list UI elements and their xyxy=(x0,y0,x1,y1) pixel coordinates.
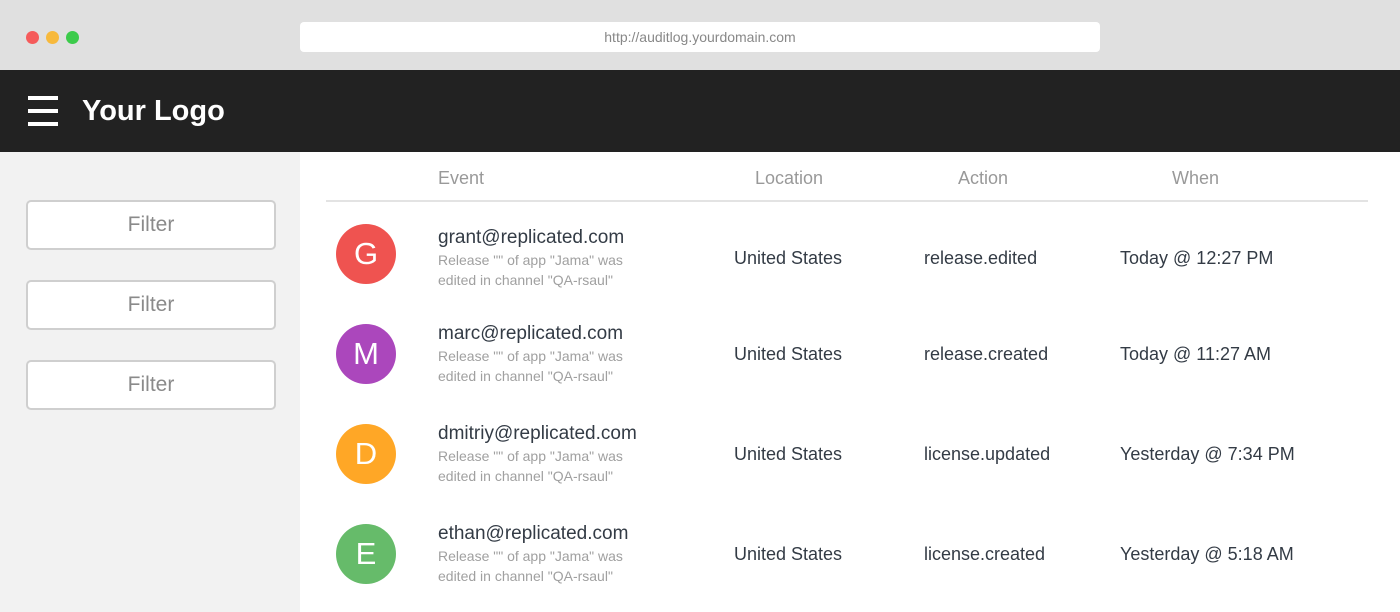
event-time: Today @ 12:27 PM xyxy=(1120,248,1274,268)
column-header-action[interactable]: Action xyxy=(958,166,1008,190)
window-maximize-button[interactable] xyxy=(66,31,79,44)
event-user-email: dmitriy@replicated.com xyxy=(438,423,637,444)
header-divider xyxy=(326,200,1368,202)
event-user-email: ethan@replicated.com xyxy=(438,523,629,544)
avatar-initial: D xyxy=(354,436,378,471)
avatar-initial: E xyxy=(355,536,377,571)
event-action: license.updated xyxy=(924,444,1051,464)
event-time: Yesterday @ 5:18 AM xyxy=(1120,544,1294,564)
window-minimize-button[interactable] xyxy=(46,31,59,44)
table-row[interactable]: E ethan@replicated.com Release "" of app… xyxy=(300,506,1400,606)
column-header-when[interactable]: When xyxy=(1172,166,1219,190)
table-row[interactable]: D dmitriy@replicated.com Release "" of a… xyxy=(300,406,1400,506)
browser-chrome: http://auditlog.yourdomain.com xyxy=(0,0,1400,70)
table-row[interactable]: M marc@replicated.com Release "" of app … xyxy=(300,306,1400,406)
event-description: Release "" of app "Jama" was edited in c… xyxy=(438,252,623,288)
address-bar[interactable]: http://auditlog.yourdomain.com xyxy=(300,22,1100,52)
event-location: United States xyxy=(734,344,843,364)
event-location: United States xyxy=(734,248,843,268)
column-header-event[interactable]: Event xyxy=(438,166,484,190)
avatar: G xyxy=(336,224,396,284)
table-row[interactable]: G grant@replicated.com Release "" of app… xyxy=(300,210,1400,310)
hamburger-menu-icon[interactable] xyxy=(28,96,58,126)
column-header-location[interactable]: Location xyxy=(755,166,823,190)
event-description: Release "" of app "Jama" was edited in c… xyxy=(438,348,623,384)
event-description: Release "" of app "Jama" was edited in c… xyxy=(438,448,623,484)
avatar: M xyxy=(336,324,396,384)
avatar: D xyxy=(336,424,396,484)
event-action: license.created xyxy=(924,544,1046,564)
event-location: United States xyxy=(734,444,843,464)
event-action: release.created xyxy=(924,344,1049,364)
avatar-initial: M xyxy=(353,336,379,371)
logo: Your Logo xyxy=(82,95,225,127)
event-description: Release "" of app "Jama" was edited in c… xyxy=(438,548,623,584)
event-user-email: marc@replicated.com xyxy=(438,323,624,344)
filter-button-2[interactable]: Filter xyxy=(26,280,276,330)
avatar-initial: G xyxy=(353,236,379,271)
filter-button-3[interactable]: Filter xyxy=(26,360,276,410)
event-time: Yesterday @ 7:34 PM xyxy=(1120,444,1295,464)
avatar: E xyxy=(336,524,396,584)
filter-button-1[interactable]: Filter xyxy=(26,200,276,250)
event-time: Today @ 11:27 AM xyxy=(1120,344,1272,364)
window-close-button[interactable] xyxy=(26,31,39,44)
event-location: United States xyxy=(734,544,843,564)
event-action: release.edited xyxy=(924,248,1038,268)
address-bar-url: http://auditlog.yourdomain.com xyxy=(604,29,796,45)
event-user-email: grant@replicated.com xyxy=(438,227,625,248)
